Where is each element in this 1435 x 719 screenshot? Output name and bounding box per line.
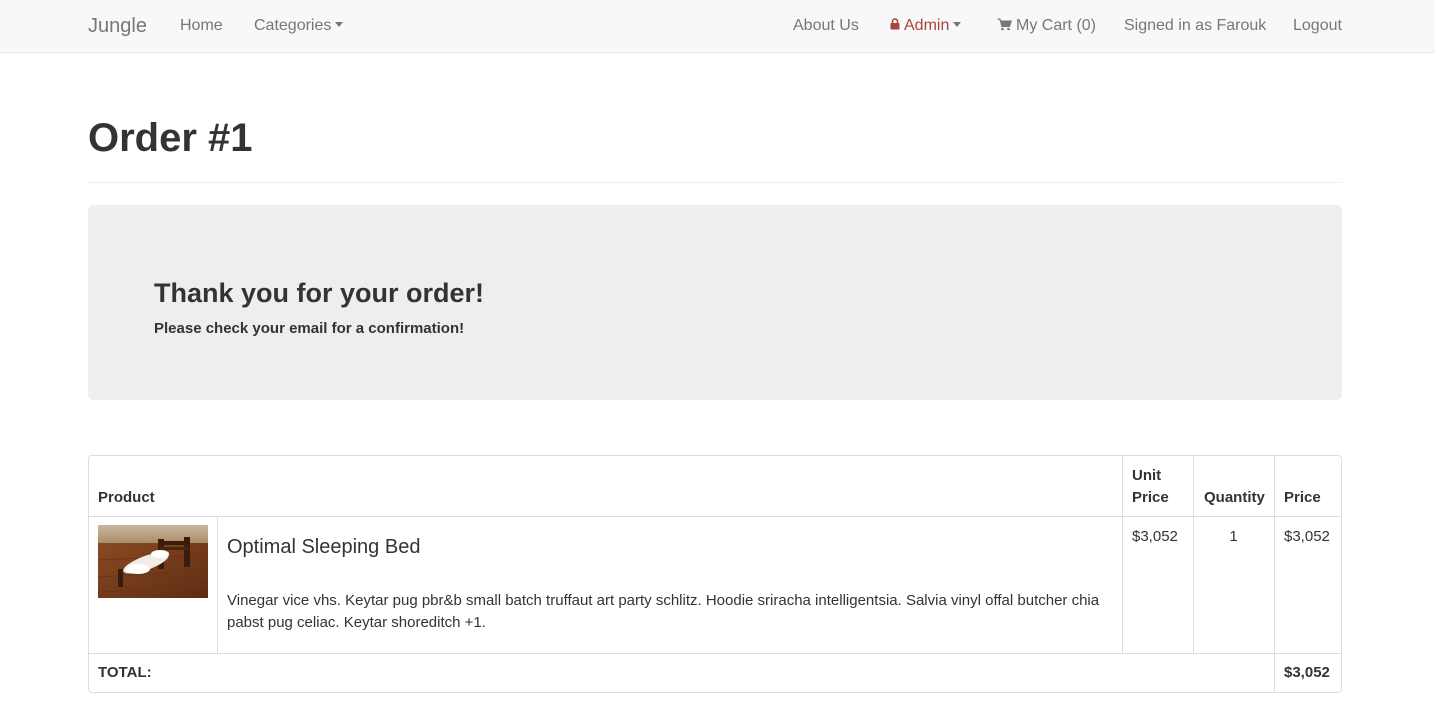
column-divider [1274, 456, 1275, 692]
header-unit-price-line2: Price [1132, 489, 1169, 506]
item-quantity: 1 [1229, 528, 1238, 545]
total-label: TOTAL: [98, 664, 152, 681]
nav-home-link[interactable]: Home [180, 0, 223, 52]
confirmation-jumbotron: Thank you for your order! Please check y… [88, 205, 1342, 400]
header-quantity: Quantity [1204, 489, 1265, 506]
order-items-table: Product Unit Price Quantity Price Optima… [88, 455, 1342, 693]
nav-admin-dropdown[interactable]: Admin [890, 0, 962, 52]
total-row-divider [89, 653, 1341, 654]
item-price: $3,052 [1284, 528, 1330, 545]
brand-link[interactable]: Jungle [88, 0, 147, 52]
column-divider [1122, 456, 1123, 653]
page-title: Order #1 [88, 116, 253, 160]
caret-down-icon [953, 22, 962, 28]
header-product: Product [98, 489, 155, 506]
nav-categories-dropdown[interactable]: Categories [254, 0, 344, 52]
confirmation-heading: Thank you for your order! [154, 278, 485, 308]
caret-down-icon [335, 22, 344, 28]
nav-categories-label: Categories [254, 17, 332, 34]
nav-cart-label: My Cart (0) [1016, 17, 1096, 34]
column-divider [1193, 456, 1194, 653]
column-divider [217, 516, 218, 653]
header-unit-price-line1: Unit [1132, 467, 1162, 484]
total-value: $3,052 [1284, 664, 1330, 681]
product-description: Vinegar vice vhs. Keytar pug pbr&b small… [227, 592, 1100, 631]
header-row-divider [89, 516, 1341, 517]
shopping-cart-icon [997, 18, 1012, 31]
nav-signed-in-text: Signed in as Farouk [1124, 17, 1267, 34]
nav-about-link[interactable]: About Us [793, 0, 859, 52]
top-navbar: Jungle Home Categories About Us Admin My… [0, 0, 1435, 53]
item-unit-price: $3,052 [1132, 528, 1178, 545]
nav-logout-link[interactable]: Logout [1293, 0, 1342, 52]
nav-cart-link[interactable]: My Cart (0) [997, 0, 1096, 52]
lock-icon [890, 18, 900, 30]
product-thumbnail [98, 525, 208, 598]
confirmation-message: Please check your email for a confirmati… [154, 320, 465, 337]
title-divider [88, 182, 1342, 183]
product-name[interactable]: Optimal Sleeping Bed [227, 536, 420, 559]
header-price: Price [1284, 489, 1321, 506]
nav-admin-label: Admin [904, 17, 950, 34]
